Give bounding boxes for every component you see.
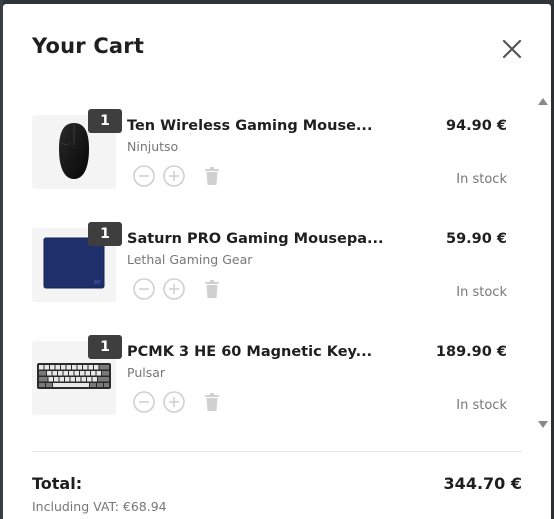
cart-title: Your Cart xyxy=(32,34,145,58)
product-brand: Ninjutso xyxy=(127,139,179,154)
product-name[interactable]: PCMK 3 HE 60 Magnetic Key... xyxy=(127,344,417,360)
item-controls xyxy=(132,390,232,414)
product-price: 189.90 € xyxy=(435,344,507,360)
cart-drawer: Your Cart 1 Ten Wireless Gaming Mouse...… xyxy=(3,4,551,519)
increase-quantity-button[interactable] xyxy=(162,164,186,188)
increase-quantity-button[interactable] xyxy=(162,277,186,301)
vat-note: Including VAT: €68.94 xyxy=(32,499,167,514)
minus-circle-icon xyxy=(133,391,155,413)
total-value: 344.70 € xyxy=(443,474,522,493)
scroll-down-arrow-icon[interactable] xyxy=(538,421,548,428)
page-backdrop: Your Cart 1 Ten Wireless Gaming Mouse...… xyxy=(0,0,554,519)
stock-status: In stock xyxy=(456,398,507,413)
quantity-badge: 1 xyxy=(88,222,122,246)
close-button[interactable] xyxy=(500,37,524,61)
plus-circle-icon xyxy=(163,278,185,300)
item-controls xyxy=(132,164,232,188)
cart-items-list: 1 Ten Wireless Gaming Mouse... Ninjutso xyxy=(3,102,551,442)
trash-icon xyxy=(205,167,219,185)
stock-status: In stock xyxy=(456,285,507,300)
cart-item: 1 Saturn PRO Gaming Mousepa... Lethal Ga… xyxy=(3,215,551,327)
plus-circle-icon xyxy=(163,165,185,187)
cart-scrollbar[interactable] xyxy=(536,94,550,434)
product-brand: Lethal Gaming Gear xyxy=(127,252,253,267)
trash-icon xyxy=(205,280,219,298)
decrease-quantity-button[interactable] xyxy=(132,390,156,414)
product-name[interactable]: Saturn PRO Gaming Mousepa... xyxy=(127,231,417,247)
quantity-badge: 1 xyxy=(88,335,122,359)
remove-item-button[interactable] xyxy=(200,390,224,414)
plus-circle-icon xyxy=(163,391,185,413)
decrease-quantity-button[interactable] xyxy=(132,164,156,188)
product-name[interactable]: Ten Wireless Gaming Mouse... xyxy=(127,118,417,134)
total-label: Total: xyxy=(32,474,83,493)
minus-circle-icon xyxy=(133,278,155,300)
cart-item: 1 PCMK 3 HE 60 Magnetic Key... Pulsar 18… xyxy=(3,328,551,440)
increase-quantity-button[interactable] xyxy=(162,390,186,414)
item-controls xyxy=(132,277,232,301)
minus-circle-icon xyxy=(133,165,155,187)
product-price: 59.90 € xyxy=(445,231,507,247)
close-icon xyxy=(502,39,522,59)
cart-item: 1 Ten Wireless Gaming Mouse... Ninjutso xyxy=(3,102,551,214)
stock-status: In stock xyxy=(456,172,507,187)
quantity-badge: 1 xyxy=(88,109,122,133)
decrease-quantity-button[interactable] xyxy=(132,277,156,301)
remove-item-button[interactable] xyxy=(200,164,224,188)
cart-header: Your Cart xyxy=(3,4,551,94)
product-brand: Pulsar xyxy=(127,365,166,380)
footer-divider xyxy=(32,451,522,452)
scroll-up-arrow-icon[interactable] xyxy=(538,98,548,105)
trash-icon xyxy=(205,393,219,411)
product-price: 94.90 € xyxy=(445,118,507,134)
remove-item-button[interactable] xyxy=(200,277,224,301)
